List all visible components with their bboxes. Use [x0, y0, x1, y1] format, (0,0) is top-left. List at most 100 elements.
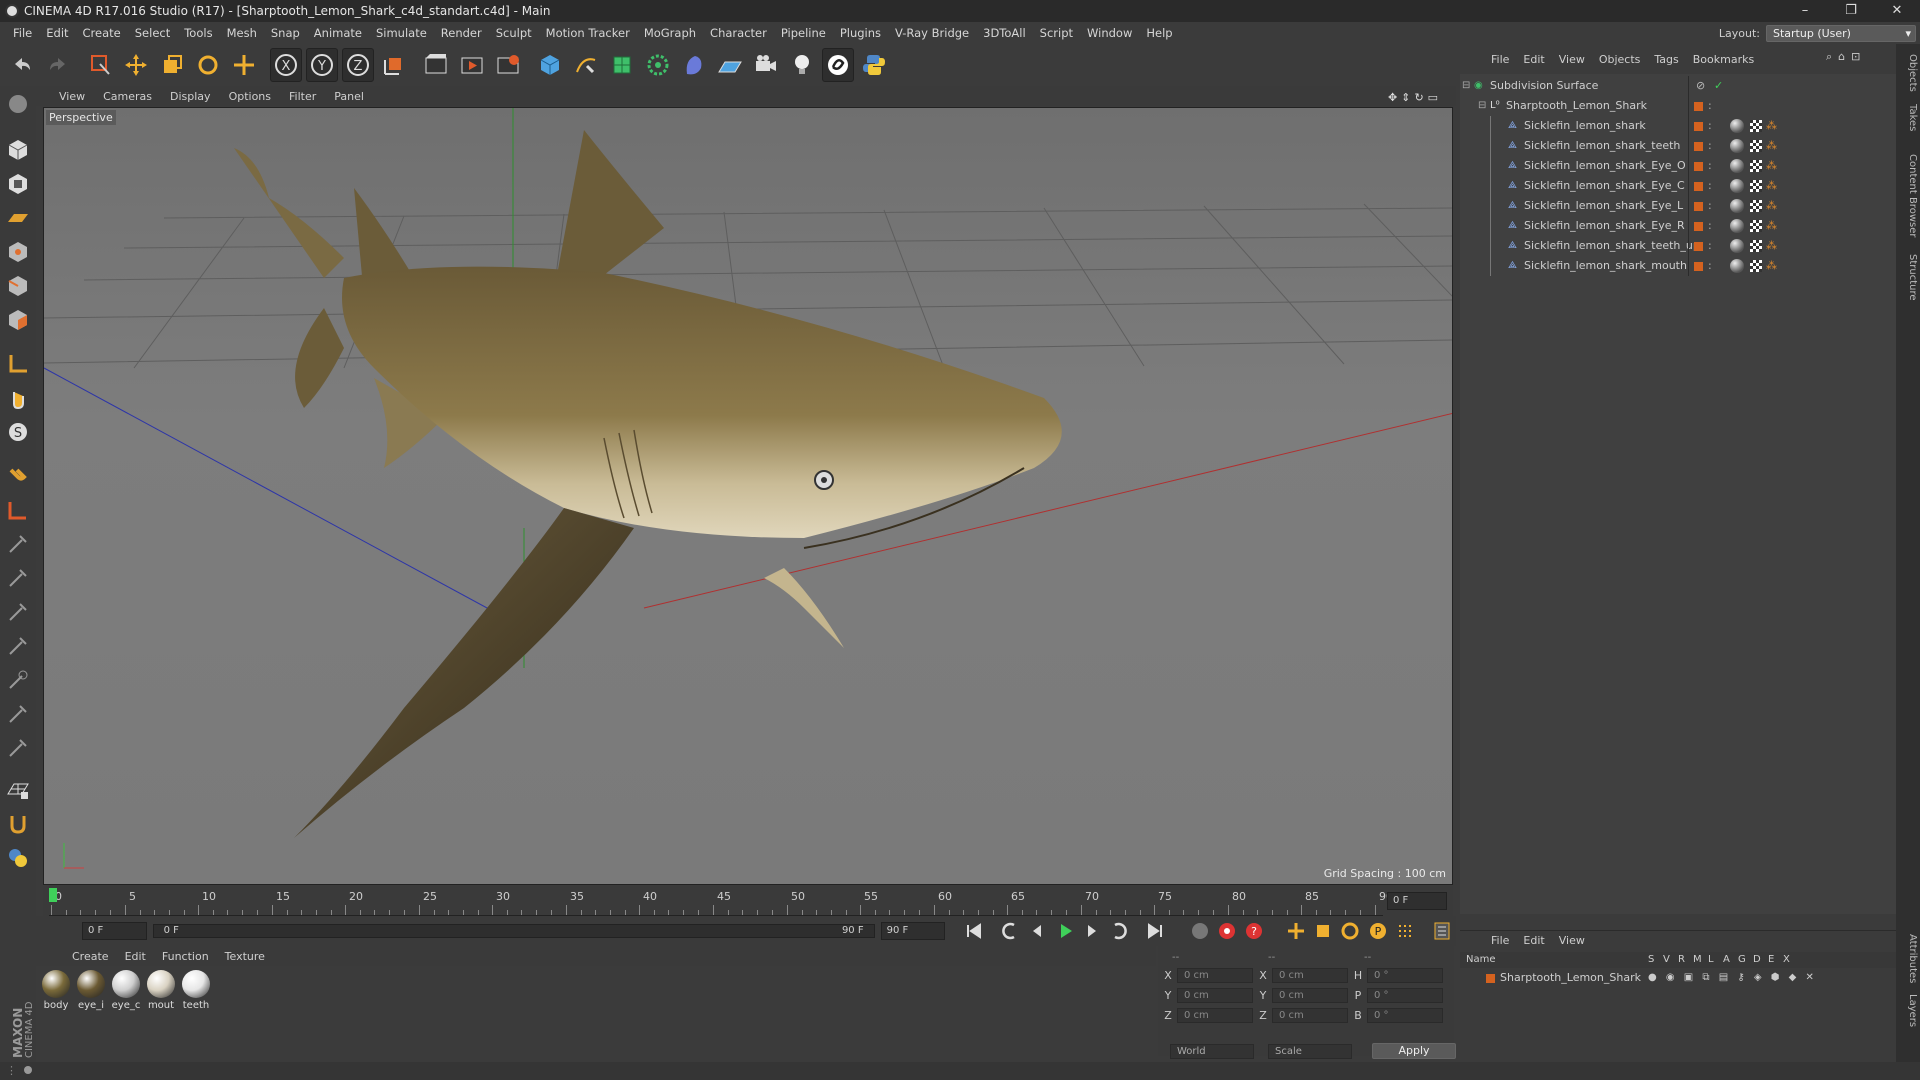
- layer-column-d[interactable]: D: [1753, 952, 1761, 968]
- menu-window[interactable]: Window: [1080, 26, 1139, 40]
- pan-view-icon[interactable]: ✥: [1388, 91, 1397, 104]
- uvw-tag-icon[interactable]: [1750, 200, 1762, 212]
- coord-value-field[interactable]: 0 cm: [1272, 1007, 1348, 1023]
- undo-button[interactable]: [6, 48, 38, 82]
- menu-motion-tracker[interactable]: Motion Tracker: [539, 26, 637, 40]
- next-keyframe-icon[interactable]: [1108, 919, 1131, 943]
- material-item[interactable]: body: [40, 966, 72, 1056]
- layer-menu-edit[interactable]: Edit: [1516, 934, 1551, 947]
- right-tab-content-browser[interactable]: Content Browser: [1898, 154, 1918, 237]
- phong-tag-icon[interactable]: ⁂: [1766, 236, 1777, 256]
- redo-button[interactable]: [42, 48, 74, 82]
- maximize-view-icon[interactable]: ▭: [1428, 91, 1438, 104]
- perspective-viewport[interactable]: Perspective Grid Spacing : 100 cm: [43, 107, 1453, 885]
- uvw-tag-icon[interactable]: [1750, 140, 1762, 152]
- x-axis-lock-icon[interactable]: X: [270, 48, 302, 82]
- menu-character[interactable]: Character: [703, 26, 774, 40]
- material-tag-icon[interactable]: [1730, 259, 1744, 273]
- menu-create[interactable]: Create: [76, 26, 128, 40]
- object-row[interactable]: ⊟ L⁰ Sharptooth_Lemon_Shark:: [1460, 96, 1896, 116]
- menu-v-ray-bridge[interactable]: V-Ray Bridge: [888, 26, 976, 40]
- layer-color-swatch[interactable]: [1694, 142, 1703, 151]
- object-menu-bookmarks[interactable]: Bookmarks: [1686, 53, 1761, 66]
- material-item[interactable]: eye_i: [75, 966, 107, 1056]
- axis-mode-icon[interactable]: [3, 348, 33, 380]
- menu-file[interactable]: File: [6, 26, 39, 40]
- close-button[interactable]: ✕: [1874, 0, 1920, 22]
- layer-column-r[interactable]: R: [1678, 952, 1685, 968]
- layer-column-g[interactable]: G: [1738, 952, 1746, 968]
- sculpt-inflate-icon[interactable]: [3, 664, 33, 696]
- points-mode-icon[interactable]: [3, 236, 33, 268]
- object-row[interactable]: ⟁ Sicklefin_lemon_shark_Eye_R: ⁂: [1460, 216, 1896, 236]
- menu-pipeline[interactable]: Pipeline: [774, 26, 833, 40]
- object-row[interactable]: ⟁ Sicklefin_lemon_shark_teeth_up: ⁂: [1460, 236, 1896, 256]
- layer-row[interactable]: Sharptooth_Lemon_Shark ● ◉ ▣ ⧉ ▤ ⚷ ◈ ⬢ ◆…: [1460, 968, 1896, 988]
- menu-mesh[interactable]: Mesh: [220, 26, 264, 40]
- uvw-tag-icon[interactable]: [1750, 180, 1762, 192]
- visibility-dots-icon[interactable]: :: [1708, 236, 1712, 256]
- visibility-dots-icon[interactable]: :: [1708, 96, 1712, 116]
- uvw-tag-icon[interactable]: [1750, 160, 1762, 172]
- right-tab-layers[interactable]: Layers: [1898, 994, 1918, 1027]
- coord-value-field[interactable]: 0 cm: [1177, 987, 1253, 1003]
- coord-value-field[interactable]: 0 cm: [1177, 967, 1253, 983]
- phong-tag-icon[interactable]: ⁂: [1766, 116, 1777, 136]
- sculpt-flatten-icon[interactable]: [3, 630, 33, 662]
- start-frame-field[interactable]: 0 F: [82, 922, 147, 940]
- python-icon[interactable]: [858, 48, 890, 82]
- recent-tool-icon[interactable]: [228, 48, 260, 82]
- layer-color-swatch[interactable]: [1694, 122, 1703, 131]
- timeline[interactable]: 0 5 10 15 20 25 30 35 40 45 50 55 60 65 70 75 80 85 90 0 F: [43, 886, 1453, 916]
- current-frame-field[interactable]: 0 F: [1387, 892, 1447, 910]
- render-picture-viewer-icon[interactable]: [456, 48, 488, 82]
- menu-sculpt[interactable]: Sculpt: [489, 26, 539, 40]
- sculpt-knife-icon[interactable]: [3, 732, 33, 764]
- menu-3dtoall[interactable]: 3DToAll: [976, 26, 1033, 40]
- phong-tag-icon[interactable]: ⁂: [1766, 196, 1777, 216]
- record-keys-disabled-icon[interactable]: [1188, 919, 1211, 943]
- key-scale-icon[interactable]: [1311, 919, 1334, 943]
- move-view-icon[interactable]: ⇕: [1401, 91, 1410, 104]
- layer-column-v[interactable]: V: [1663, 952, 1670, 968]
- layer-column-e[interactable]: E: [1768, 952, 1774, 968]
- layer-flags[interactable]: ● ◉ ▣ ⧉ ▤ ⚷ ◈ ⬢ ◆ ✕: [1648, 968, 1817, 988]
- right-tab-objects[interactable]: Objects: [1898, 54, 1918, 92]
- rotate-view-icon[interactable]: ↻: [1414, 91, 1423, 104]
- phong-tag-icon[interactable]: ⁂: [1766, 156, 1777, 176]
- playhead[interactable]: [49, 888, 57, 902]
- pen-spline-icon[interactable]: [570, 48, 602, 82]
- grid-lock-icon[interactable]: [3, 774, 33, 806]
- play-icon[interactable]: [1053, 919, 1076, 943]
- object-row[interactable]: ⊟ ◉ Subdivision Surface ✓ ⊘: [1460, 76, 1896, 96]
- y-axis-lock-icon[interactable]: Y: [306, 48, 338, 82]
- material-menu-edit[interactable]: Edit: [117, 950, 154, 963]
- solo-mode-icon[interactable]: S: [3, 416, 33, 448]
- edit-toggle-icon[interactable]: ⊘: [1696, 76, 1705, 96]
- material-tag-icon[interactable]: [1730, 239, 1744, 253]
- object-row[interactable]: ⟁ Sicklefin_lemon_shark_mouth: ⁂: [1460, 256, 1896, 276]
- expand-toggle-icon[interactable]: ⊟: [1462, 76, 1470, 96]
- visibility-dots-icon[interactable]: :: [1708, 256, 1712, 276]
- scale-dropdown[interactable]: Scale: [1268, 1043, 1352, 1059]
- workplane-mode-icon[interactable]: [3, 202, 33, 234]
- object-row[interactable]: ⟁ Sicklefin_lemon_shark_teeth: ⁂: [1460, 136, 1896, 156]
- menu-render[interactable]: Render: [434, 26, 489, 40]
- z-axis-lock-icon[interactable]: Z: [342, 48, 374, 82]
- python-sidebar-icon[interactable]: [3, 842, 33, 874]
- layer-color-swatch[interactable]: [1694, 242, 1703, 251]
- visibility-dots-icon[interactable]: :: [1708, 176, 1712, 196]
- layer-color-swatch[interactable]: [1694, 102, 1703, 111]
- menu-edit[interactable]: Edit: [39, 26, 75, 40]
- viewport-menu-display[interactable]: Display: [161, 90, 220, 103]
- object-row[interactable]: ⟁ Sicklefin_lemon_shark_Eye_O: ⁂: [1460, 156, 1896, 176]
- move-tool-icon[interactable]: [120, 48, 152, 82]
- object-menu-edit[interactable]: Edit: [1516, 53, 1551, 66]
- previous-keyframe-icon[interactable]: [998, 919, 1021, 943]
- layer-menu-view[interactable]: View: [1552, 934, 1592, 947]
- material-item[interactable]: eye_c: [110, 966, 142, 1056]
- next-frame-icon[interactable]: [1080, 919, 1103, 943]
- menu-simulate[interactable]: Simulate: [369, 26, 434, 40]
- menu-script[interactable]: Script: [1033, 26, 1080, 40]
- material-tag-icon[interactable]: [1730, 219, 1744, 233]
